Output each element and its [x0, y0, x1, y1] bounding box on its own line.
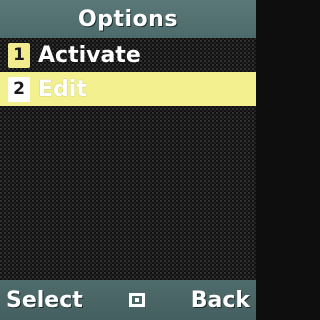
- back-softkey[interactable]: Back: [191, 288, 250, 313]
- menu-item-label: Activate: [38, 42, 141, 68]
- title-bar: Options: [0, 0, 256, 38]
- menu-item-activate[interactable]: 1 Activate: [0, 38, 256, 72]
- page-title: Options: [78, 6, 178, 32]
- options-menu: 1 Activate 2 Edit: [0, 38, 256, 106]
- menu-item-number: 2: [8, 76, 30, 102]
- phone-screen: Options 1 Activate 2 Edit Select Back: [0, 0, 256, 320]
- select-softkey[interactable]: Select: [6, 288, 83, 313]
- center-select-icon[interactable]: [127, 291, 147, 309]
- menu-item-label: Edit: [38, 76, 87, 102]
- softkey-bar: Select Back: [0, 280, 256, 320]
- menu-item-number: 1: [8, 42, 30, 68]
- menu-item-edit[interactable]: 2 Edit: [0, 72, 256, 106]
- center-select-icon-frame: [128, 293, 145, 307]
- center-select-icon-dot: [134, 298, 139, 302]
